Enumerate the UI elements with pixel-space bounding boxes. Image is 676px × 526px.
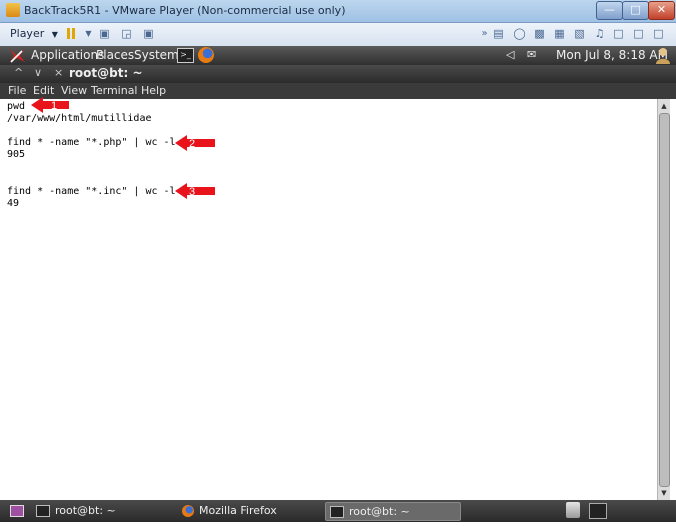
annotation-arrow-1: 1 [31, 97, 69, 113]
vmware-title-bar: BackTrack5R1 - VMware Player (Non-commer… [0, 0, 676, 23]
firefox-icon [182, 505, 194, 517]
message-log-icon[interactable]: □ [652, 27, 665, 40]
annotation-number-1: 1 [51, 100, 57, 112]
usb-device-2-icon[interactable]: □ [632, 27, 645, 40]
usb-device-icon[interactable]: □ [612, 27, 625, 40]
network-devices-icon[interactable]: ▣ [98, 27, 111, 40]
terminal-icon [36, 505, 50, 517]
firefox-launcher-icon[interactable] [198, 47, 214, 63]
taskbar-item-terminal[interactable]: root@bt: ~ [36, 502, 166, 519]
places-menu[interactable]: Places [96, 48, 134, 62]
taskbar-item-firefox[interactable]: Mozilla Firefox [182, 502, 312, 519]
scroll-down-icon[interactable]: ▼ [659, 487, 669, 499]
terminal-title: root@bt: ~ [69, 66, 143, 80]
close-terminal-icon[interactable]: × [54, 66, 63, 79]
pause-dropdown-icon[interactable]: ▼ [82, 27, 95, 40]
terminal-line: pwd [7, 101, 26, 112]
annotation-number-2: 2 [189, 138, 195, 150]
gnome-top-panel: Applications Places System >_ ◁ ✉ Mon Ju… [0, 46, 676, 65]
menu-file[interactable]: File [8, 84, 26, 97]
pause-icon[interactable] [66, 27, 76, 40]
roll-up-icon[interactable]: ^ [14, 66, 23, 79]
hard-disk-icon[interactable]: ▤ [492, 27, 505, 40]
window-title: BackTrack5R1 - VMware Player (Non-commer… [24, 4, 346, 17]
applications-menu[interactable]: Applications [31, 48, 104, 62]
mail-icon[interactable]: ✉ [527, 48, 536, 61]
close-button[interactable]: ✕ [648, 1, 675, 20]
annotation-arrow-3: 3 [175, 183, 215, 199]
terminal-line: 49 [7, 198, 20, 209]
unity-icon[interactable]: ▣ [142, 27, 155, 40]
player-menu-button[interactable]: Player ▼ [6, 26, 62, 42]
player-menu-label: Player [10, 27, 45, 40]
cd-drive-icon[interactable]: ◯ [513, 27, 526, 40]
scroll-up-icon[interactable]: ▲ [659, 100, 669, 112]
user-icon[interactable] [655, 47, 671, 64]
printer-icon[interactable]: ▧ [573, 27, 586, 40]
terminal-line: find * -name "*.php" | wc -l [7, 137, 176, 148]
vmware-toolbar: Player ▼ ▼ ▣ ◲ ▣ » ▤ ◯ ▩ ▦ ▧ ♫ □ □ □ [0, 23, 676, 47]
trash-icon[interactable] [566, 502, 580, 518]
terminal-output[interactable] [0, 99, 657, 500]
terminal-launcher-icon[interactable]: >_ [177, 48, 194, 63]
sound-card-icon[interactable]: ♫ [593, 27, 606, 40]
gnome-bottom-panel: root@bt: ~ Mozilla Firefox root@bt: ~ [0, 500, 676, 522]
vmware-app-icon [6, 3, 20, 17]
annotation-number-3: 3 [189, 186, 195, 198]
terminal-line: 905 [7, 149, 26, 160]
backtrack-logo-icon[interactable] [8, 47, 26, 64]
workspace-switcher-icon[interactable] [589, 503, 607, 519]
menu-terminal[interactable]: Terminal [91, 84, 138, 97]
menu-help[interactable]: Help [141, 84, 166, 97]
network-adapter-icon[interactable]: ▦ [553, 27, 566, 40]
floppy-icon[interactable]: ▩ [533, 27, 546, 40]
chevron-down-icon: ▼ [51, 30, 58, 39]
annotation-arrow-2: 2 [175, 135, 215, 151]
panel-clock[interactable]: Mon Jul 8, 8:18 AM [556, 48, 668, 62]
terminal-line: find * -name "*.inc" | wc -l [7, 186, 176, 197]
taskbar-item-label: root@bt: ~ [55, 504, 116, 517]
terminal-line: /var/www/html/mutillidae [7, 113, 152, 124]
volume-icon[interactable]: ◁ [506, 48, 514, 61]
show-desktop-icon[interactable] [10, 505, 24, 517]
maximize-button[interactable]: □ [622, 1, 649, 20]
scrollbar-thumb[interactable] [659, 113, 670, 487]
taskbar-item-terminal-active[interactable]: root@bt: ~ [325, 502, 461, 521]
fullscreen-icon[interactable]: ◲ [120, 27, 133, 40]
minimize-button[interactable]: — [596, 1, 623, 20]
taskbar-item-label: Mozilla Firefox [199, 504, 277, 517]
terminal-title-bar: ^ ∨ × root@bt: ~ [0, 65, 676, 83]
more-devices-icon[interactable]: » [478, 27, 491, 40]
terminal-icon [330, 506, 344, 518]
minimize-terminal-icon[interactable]: ∨ [34, 66, 42, 79]
taskbar-item-label: root@bt: ~ [349, 505, 410, 518]
system-menu[interactable]: System [134, 48, 179, 62]
terminal-menubar: File Edit View Terminal Help [0, 83, 676, 99]
terminal-scrollbar[interactable]: ▲ ▼ [657, 99, 670, 500]
